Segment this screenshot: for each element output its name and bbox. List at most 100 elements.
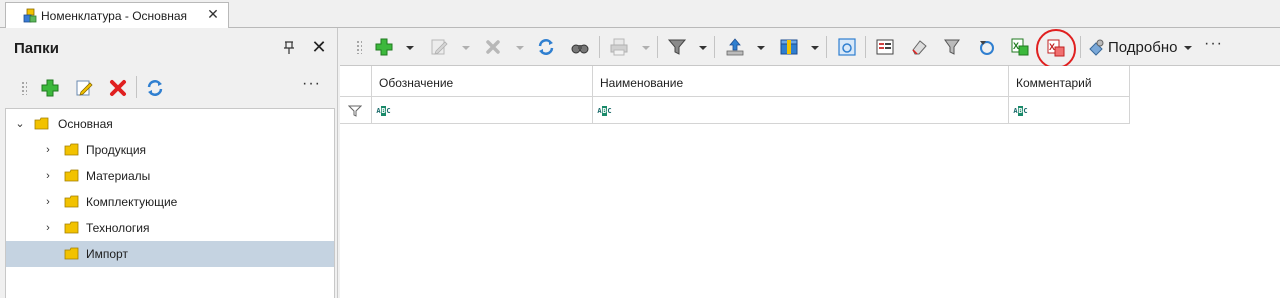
folders-more-button[interactable]: ··· bbox=[302, 75, 321, 93]
folder-icon bbox=[64, 247, 79, 260]
main-more-button[interactable]: ··· bbox=[1204, 35, 1223, 53]
filter-cell-name[interactable]: ABC bbox=[593, 97, 1009, 124]
filter-dropdown-icon[interactable] bbox=[699, 46, 707, 50]
find-button[interactable] bbox=[569, 36, 591, 58]
printer-icon bbox=[610, 38, 628, 56]
funnel-button[interactable] bbox=[941, 36, 963, 58]
add-button[interactable] bbox=[373, 36, 395, 58]
sync-button[interactable] bbox=[976, 36, 998, 58]
import-button[interactable] bbox=[724, 36, 746, 58]
report-button[interactable] bbox=[874, 36, 896, 58]
import-dropdown-icon[interactable] bbox=[757, 46, 765, 50]
refresh-icon bbox=[538, 39, 554, 55]
tree-item-main[interactable]: ⌄ Основная bbox=[6, 111, 334, 137]
toolbar-grip-icon[interactable] bbox=[356, 40, 362, 54]
window-settings-icon bbox=[838, 38, 856, 56]
package-dropdown-icon[interactable] bbox=[811, 46, 819, 50]
edit-icon bbox=[76, 80, 93, 96]
toolbar-separator bbox=[599, 36, 600, 58]
delete-icon bbox=[110, 80, 126, 96]
package-button[interactable] bbox=[778, 36, 800, 58]
tree-item-label: Комплектующие bbox=[86, 195, 178, 209]
tree-item-label: Импорт bbox=[86, 247, 128, 261]
delete-folder-button[interactable] bbox=[107, 77, 129, 99]
add-icon bbox=[375, 38, 393, 56]
form-icon bbox=[876, 39, 894, 55]
folder-tree: ⌄ Основная › Продукция › Материалы › Ком… bbox=[5, 108, 335, 298]
tree-item-technology[interactable]: › Технология bbox=[6, 215, 334, 241]
text-filter-icon: ABC bbox=[376, 106, 391, 116]
filter-row-indicator bbox=[340, 97, 372, 124]
settings-button[interactable] bbox=[836, 36, 858, 58]
chevron-right-icon[interactable]: › bbox=[42, 196, 54, 208]
toolbar-separator bbox=[714, 36, 715, 58]
tree-item-label: Технология bbox=[86, 221, 150, 235]
delete-dropdown-icon bbox=[516, 46, 524, 50]
column-header-name[interactable]: Наименование bbox=[593, 66, 1009, 97]
toolbar-separator bbox=[136, 76, 137, 98]
tree-item-materials[interactable]: › Материалы bbox=[6, 163, 334, 189]
tab-strip: Номенклатура - Основная ✕ bbox=[0, 0, 1280, 28]
tree-item-label: Продукция bbox=[86, 143, 147, 157]
tree-item-label: Материалы bbox=[86, 169, 151, 183]
filter-button[interactable] bbox=[666, 36, 688, 58]
folders-toolbar: ··· bbox=[0, 70, 338, 106]
folder-icon bbox=[64, 169, 79, 182]
column-header-comment[interactable]: Комментарий bbox=[1009, 66, 1130, 97]
filter-icon bbox=[667, 39, 687, 55]
chevron-down-icon[interactable]: ⌄ bbox=[14, 118, 26, 130]
eraser-icon bbox=[912, 40, 927, 55]
chevron-right-icon[interactable]: › bbox=[42, 222, 54, 234]
print-dropdown-icon bbox=[642, 46, 650, 50]
tree-item-products[interactable]: › Продукция bbox=[6, 137, 334, 163]
delete-icon bbox=[486, 40, 500, 54]
tree-item-label: Основная bbox=[58, 117, 113, 131]
column-header-designation[interactable]: Обозначение bbox=[372, 66, 593, 97]
panel-close-icon[interactable]: ✕ bbox=[310, 38, 328, 56]
main-area: X X Подробно ··· Обозначение Наименовани… bbox=[340, 28, 1280, 298]
binoculars-icon bbox=[571, 44, 589, 54]
tab-nomenclature[interactable]: Номенклатура - Основная ✕ bbox=[5, 2, 229, 28]
detail-view-icon bbox=[1089, 39, 1104, 56]
upload-icon bbox=[726, 38, 744, 56]
export-excel-button[interactable]: X bbox=[1009, 36, 1031, 58]
tree-item-components[interactable]: › Комплектующие bbox=[6, 189, 334, 215]
edit-button bbox=[428, 36, 450, 58]
row-indicator-header bbox=[340, 66, 372, 97]
detail-dropdown-icon[interactable] bbox=[1184, 46, 1192, 50]
clear-filter-button[interactable] bbox=[908, 36, 930, 58]
text-filter-icon: ABC bbox=[597, 106, 612, 116]
refresh-button[interactable] bbox=[535, 36, 557, 58]
refresh-folders-button[interactable] bbox=[144, 77, 166, 99]
chevron-right-icon[interactable]: › bbox=[42, 170, 54, 182]
data-grid: Обозначение Наименование Комментарий ABC… bbox=[340, 66, 1280, 298]
folder-icon bbox=[64, 195, 79, 208]
export-excel-icon: X bbox=[1011, 38, 1029, 56]
add-dropdown-icon[interactable] bbox=[406, 46, 414, 50]
detail-view-icon-button[interactable] bbox=[1085, 36, 1107, 58]
toolbar-grip-icon[interactable] bbox=[21, 81, 27, 95]
filter-cell-designation[interactable]: ABC bbox=[372, 97, 593, 124]
chevron-right-icon[interactable]: › bbox=[42, 144, 54, 156]
print-button bbox=[608, 36, 630, 58]
pin-icon[interactable] bbox=[282, 41, 296, 55]
toolbar-separator bbox=[865, 36, 866, 58]
text-filter-icon: ABC bbox=[1013, 106, 1028, 116]
funnel-icon bbox=[944, 39, 960, 55]
add-folder-button[interactable] bbox=[39, 77, 61, 99]
edit-folder-button[interactable] bbox=[73, 77, 95, 99]
toolbar-separator bbox=[826, 36, 827, 58]
tree-item-import[interactable]: Импорт bbox=[6, 241, 334, 267]
delete-button bbox=[482, 36, 504, 58]
tab-close-icon[interactable]: ✕ bbox=[206, 7, 220, 21]
svg-text:X: X bbox=[1013, 41, 1019, 51]
folders-panel: Папки ✕ ··· ⌄ Основная › Продукция › Мат… bbox=[0, 28, 338, 298]
folder-icon bbox=[64, 143, 79, 156]
toolbar-separator bbox=[1080, 36, 1081, 58]
sync-icon bbox=[980, 41, 994, 55]
filter-cell-comment[interactable]: ABC bbox=[1009, 97, 1130, 124]
folder-icon bbox=[64, 221, 79, 234]
panel-title: Папки bbox=[14, 40, 59, 57]
detail-view-button[interactable]: Подробно bbox=[1108, 39, 1177, 56]
edit-dropdown-icon bbox=[462, 46, 470, 50]
